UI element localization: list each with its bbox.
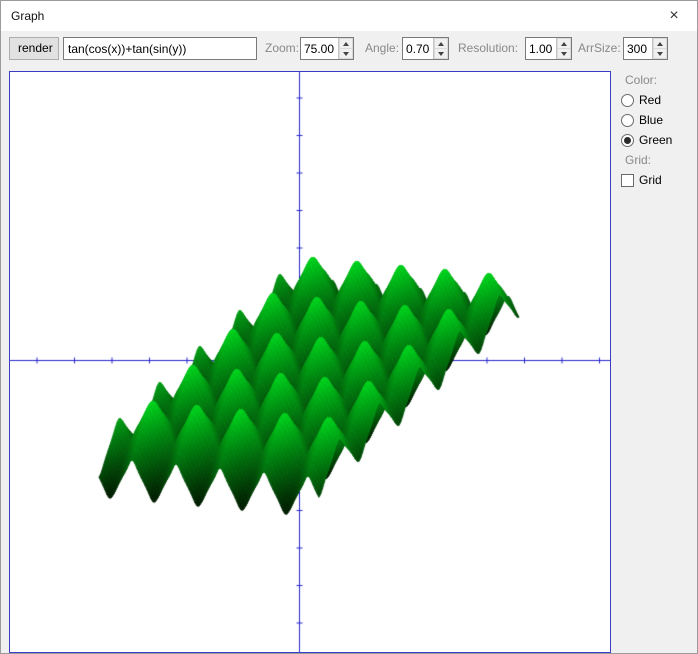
down-arrow-icon	[343, 51, 349, 56]
arrsize-input[interactable]	[624, 38, 652, 59]
angle-input[interactable]	[403, 38, 433, 59]
arrsize-spinner	[623, 37, 668, 60]
resolution-label: Resolution:	[458, 41, 519, 55]
grid-checkbox-row[interactable]: Grid	[621, 173, 697, 187]
color-radio-red[interactable]: Red	[621, 93, 697, 107]
resolution-input[interactable]	[526, 38, 556, 59]
arrsize-up-button[interactable]	[653, 38, 667, 49]
color-radio-label: Green	[639, 133, 673, 147]
angle-up-button[interactable]	[434, 38, 448, 49]
grid-checkbox-label: Grid	[639, 173, 662, 187]
up-arrow-icon	[343, 41, 349, 46]
resolution-spin-buttons	[556, 38, 571, 59]
zoom-up-button[interactable]	[339, 38, 353, 49]
up-arrow-icon	[561, 41, 567, 46]
options-panel: Color: Red Blue Green Grid: Grid	[613, 71, 697, 653]
zoom-label: Zoom:	[265, 41, 300, 55]
checkbox-icon	[621, 173, 634, 187]
arrsize-spin-buttons	[652, 38, 667, 59]
close-button[interactable]: ×	[651, 1, 697, 31]
angle-label: Angle:	[365, 41, 400, 55]
angle-spinner	[402, 37, 449, 60]
resolution-down-button[interactable]	[557, 49, 571, 59]
color-radio-label: Red	[639, 93, 662, 107]
close-icon: ×	[669, 7, 679, 24]
title-bar: Graph ×	[1, 1, 697, 31]
radio-icon	[621, 93, 634, 107]
arrsize-label: ArrSize:	[578, 41, 621, 55]
down-arrow-icon	[438, 51, 444, 56]
resolution-spinner	[525, 37, 572, 60]
down-arrow-icon	[561, 51, 567, 56]
function-input[interactable]	[63, 37, 257, 60]
color-options: Red Blue Green	[613, 93, 697, 147]
color-radio-label: Blue	[639, 113, 664, 127]
plot-area	[9, 71, 611, 653]
up-arrow-icon	[438, 41, 444, 46]
zoom-spin-buttons	[338, 38, 353, 59]
color-section-label: Color:	[625, 73, 658, 87]
resolution-up-button[interactable]	[557, 38, 571, 49]
angle-down-button[interactable]	[434, 49, 448, 59]
angle-spin-buttons	[433, 38, 448, 59]
color-radio-green[interactable]: Green	[621, 133, 697, 147]
window-title: Graph	[11, 9, 45, 23]
up-arrow-icon	[657, 41, 663, 46]
grid-section-label: Grid:	[625, 153, 652, 167]
toolbar: render Zoom: Angle: Resolution:	[1, 31, 697, 67]
radio-icon	[621, 113, 634, 127]
zoom-input[interactable]	[301, 38, 338, 59]
graph-window: Graph × render Zoom: Angle: Resolution:	[0, 0, 698, 654]
plot-canvas	[10, 72, 610, 652]
arrsize-down-button[interactable]	[653, 49, 667, 59]
radio-icon	[621, 133, 634, 147]
zoom-down-button[interactable]	[339, 49, 353, 59]
down-arrow-icon	[657, 51, 663, 56]
render-button[interactable]: render	[9, 37, 59, 60]
zoom-spinner	[300, 37, 354, 60]
color-radio-blue[interactable]: Blue	[621, 113, 697, 127]
